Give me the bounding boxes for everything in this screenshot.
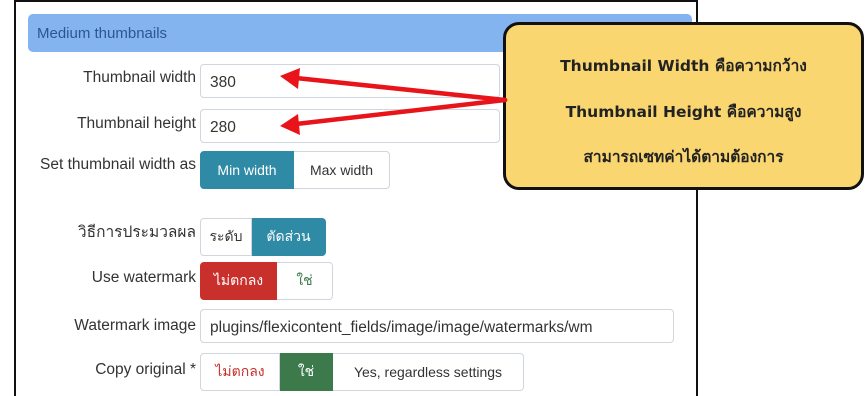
width-as-toggle: Min width Max width (200, 151, 390, 189)
use-watermark-label: Use watermark (91, 269, 196, 286)
min-width-button[interactable]: Min width (200, 151, 294, 189)
watermark-toggle: ไม่ตกลง ใช่ (200, 262, 333, 300)
watermark-image-label: Watermark image (74, 317, 196, 334)
process-method-label: วิธีการประมวลผล (77, 224, 196, 241)
process-method-toggle: ระดับ ตัดส่วน (200, 218, 326, 256)
copy-original-always-button[interactable]: Yes, regardless settings (333, 353, 524, 391)
copy-original-label: Copy original * (95, 361, 196, 378)
section-title: Medium thumbnails (37, 25, 168, 42)
thumbnail-height-label: Thumbnail height (77, 115, 196, 132)
crop-button[interactable]: ตัดส่วน (252, 218, 326, 256)
annotation-callout: Thumbnail Width คือความกว้าง Thumbnail H… (503, 22, 864, 190)
callout-line-width: Thumbnail Width คือความกว้าง (560, 57, 807, 75)
copy-original-yes-button[interactable]: ใช่ (280, 353, 333, 391)
callout-line-height: Thumbnail Height คือความสูง (565, 103, 802, 121)
thumbnail-height-input[interactable]: 280 (200, 109, 500, 143)
width-as-label: Set thumbnail width as (40, 156, 196, 173)
thumbnail-width-label: Thumbnail width (83, 69, 196, 86)
copy-original-toggle: ไม่ตกลง ใช่ Yes, regardless settings (200, 353, 524, 391)
thumbnail-width-input[interactable]: 380 (200, 64, 500, 98)
callout-line-settable: สามารถเซทค่าได้ตามต้องการ (583, 148, 784, 166)
watermark-yes-button[interactable]: ใช่ (277, 262, 333, 300)
watermark-no-button[interactable]: ไม่ตกลง (200, 262, 277, 300)
watermark-image-input[interactable]: plugins/flexicontent_fields/image/image/… (200, 309, 674, 343)
scale-button[interactable]: ระดับ (200, 218, 252, 256)
max-width-button[interactable]: Max width (294, 151, 390, 189)
copy-original-no-button[interactable]: ไม่ตกลง (200, 353, 280, 391)
